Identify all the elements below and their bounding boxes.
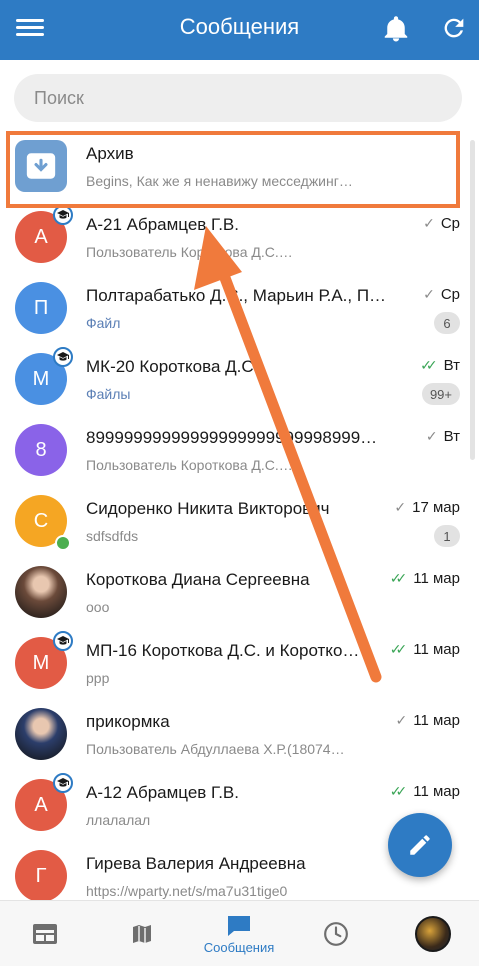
map-icon bbox=[133, 925, 151, 943]
nav-schedule[interactable] bbox=[5, 901, 85, 966]
nav-profile[interactable] bbox=[393, 901, 473, 966]
bottom-navigation: Сообщения bbox=[0, 900, 479, 966]
pencil-icon bbox=[410, 835, 430, 855]
nav-messages-label: Сообщения bbox=[203, 939, 275, 955]
calendar-icon bbox=[33, 924, 57, 944]
nav-messages[interactable]: Сообщения bbox=[199, 901, 279, 966]
annotation-arrow-shaft bbox=[213, 256, 382, 683]
compose-button[interactable] bbox=[388, 813, 452, 877]
profile-avatar-icon bbox=[415, 916, 451, 952]
nav-map[interactable] bbox=[102, 901, 182, 966]
nav-history[interactable] bbox=[296, 901, 376, 966]
messages-icon bbox=[228, 915, 250, 936]
clock-icon bbox=[324, 922, 348, 946]
annotation-arrow-head bbox=[194, 226, 242, 290]
